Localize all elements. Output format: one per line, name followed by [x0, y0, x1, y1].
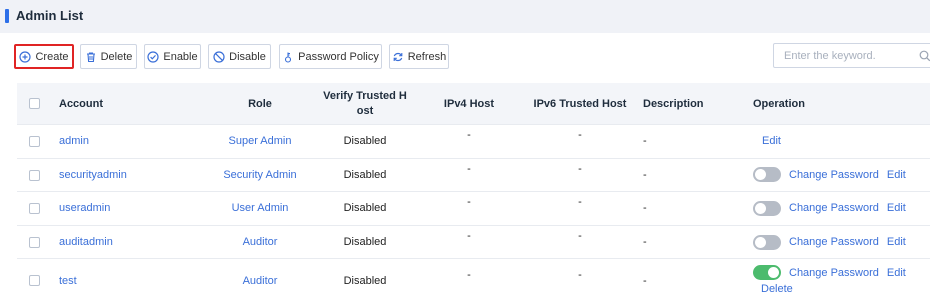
refresh-button[interactable]: Refresh: [389, 44, 449, 69]
description-cell: -: [643, 168, 647, 181]
account-cell[interactable]: securityadmin: [59, 159, 127, 192]
row-checkbox[interactable]: [29, 203, 40, 215]
description-cell: -: [643, 135, 647, 148]
operation-cell: Change Password Edit: [753, 159, 906, 192]
edit-link[interactable]: Edit: [887, 169, 906, 181]
ipv4-cell: -: [467, 129, 471, 142]
search-input[interactable]: [784, 45, 914, 66]
table-row: test Auditor Disabled - - - Change Passw…: [17, 259, 930, 304]
search-box: [773, 43, 930, 68]
enable-button-label: Enable: [163, 50, 198, 63]
row-checkbox[interactable]: [29, 236, 40, 248]
column-header-verify-trusted-host: Verify Trusted H ost: [317, 83, 413, 125]
role-cell[interactable]: Auditor: [217, 226, 303, 259]
account-cell[interactable]: useradmin: [59, 192, 110, 225]
row-checkbox[interactable]: [29, 136, 40, 147]
role-cell[interactable]: Security Admin: [217, 159, 303, 192]
change-password-link[interactable]: Change Password: [789, 236, 879, 248]
trash-icon: [86, 51, 95, 62]
description-cell: -: [643, 275, 647, 288]
ipv4-cell: -: [467, 196, 471, 209]
role-cell[interactable]: User Admin: [217, 192, 303, 225]
change-password-link[interactable]: Change Password: [789, 267, 879, 279]
account-cell[interactable]: auditadmin: [59, 226, 113, 259]
description-cell: -: [643, 236, 647, 249]
refresh-icon: [393, 52, 403, 61]
check-circle-icon: [147, 50, 159, 63]
password-policy-button-label: Password Policy: [298, 50, 379, 63]
status-toggle[interactable]: [753, 234, 781, 250]
edit-link[interactable]: Edit: [887, 202, 906, 214]
password-policy-button[interactable]: Password Policy: [279, 44, 382, 69]
delete-button[interactable]: Delete: [80, 44, 137, 69]
key-icon: [285, 52, 292, 63]
ipv4-cell: -: [467, 162, 471, 175]
column-header-account: Account: [59, 97, 103, 110]
verify-cell: Disabled: [343, 275, 387, 288]
select-all-checkbox[interactable]: [29, 98, 40, 109]
operation-cell: Edit: [762, 125, 781, 158]
description-cell: -: [643, 202, 647, 215]
toggle-knob: [755, 236, 766, 248]
verify-cell: Disabled: [343, 202, 387, 215]
ipv6-cell: -: [578, 196, 582, 209]
ipv4-cell: -: [467, 269, 471, 282]
page-title: Admin List: [16, 8, 84, 23]
status-toggle[interactable]: [753, 167, 781, 183]
account-cell[interactable]: test: [59, 259, 77, 303]
edit-link[interactable]: Edit: [887, 267, 906, 279]
operation-line: Delete: [761, 283, 906, 295]
column-header-description: Description: [643, 97, 704, 110]
edit-link[interactable]: Edit: [762, 135, 781, 147]
delete-link[interactable]: Delete: [761, 283, 793, 295]
role-cell[interactable]: Auditor: [217, 259, 303, 303]
page-header: Admin List: [0, 0, 930, 33]
refresh-button-label: Refresh: [407, 50, 447, 63]
plus-circle-icon: [19, 50, 32, 63]
toggle-knob: [755, 169, 766, 181]
change-password-link[interactable]: Change Password: [789, 202, 879, 214]
operation-cell: Change Password Edit: [753, 226, 906, 259]
operation-line: Change Password Edit: [753, 265, 906, 281]
ipv6-cell: -: [578, 129, 582, 142]
status-toggle[interactable]: [753, 265, 781, 281]
column-header-operation: Operation: [753, 97, 805, 110]
account-cell[interactable]: admin: [59, 125, 89, 158]
create-button[interactable]: Create: [14, 44, 74, 69]
column-header-role: Role: [248, 97, 272, 110]
disable-button[interactable]: Disable: [208, 44, 271, 69]
ipv4-cell: -: [467, 230, 471, 243]
verify-cell: Disabled: [343, 168, 387, 181]
ipv6-cell: -: [578, 230, 582, 243]
delete-button-label: Delete: [100, 50, 133, 63]
column-header-verify-line1: Verify Trusted H: [323, 90, 407, 102]
ipv6-cell: -: [578, 162, 582, 175]
operation-cell: Change Password Edit Delete: [753, 265, 906, 295]
operation-cell: Change Password Edit: [753, 192, 906, 225]
row-checkbox[interactable]: [29, 169, 40, 181]
enable-button[interactable]: Enable: [144, 44, 201, 69]
status-toggle[interactable]: [753, 200, 781, 216]
ban-icon: [213, 50, 225, 63]
create-button-label: Create: [35, 50, 69, 63]
role-cell[interactable]: Super Admin: [217, 125, 303, 158]
disable-button-label: Disable: [229, 50, 266, 63]
search-icon[interactable]: [919, 50, 930, 62]
edit-link[interactable]: Edit: [887, 236, 906, 248]
admin-list-panel: Create Delete Enable Disable Password Po…: [0, 33, 930, 305]
toggle-knob: [768, 267, 779, 279]
title-accent-bar: [5, 9, 9, 23]
toggle-knob: [755, 202, 766, 214]
column-header-verify-line2: ost: [356, 105, 374, 117]
admin-table: Account Role Verify Trusted H ost IPv4 H…: [17, 83, 930, 304]
change-password-link[interactable]: Change Password: [789, 169, 879, 181]
verify-cell: Disabled: [343, 236, 387, 249]
row-checkbox[interactable]: [29, 275, 40, 287]
ipv6-cell: -: [578, 269, 582, 282]
verify-cell: Disabled: [343, 135, 387, 148]
